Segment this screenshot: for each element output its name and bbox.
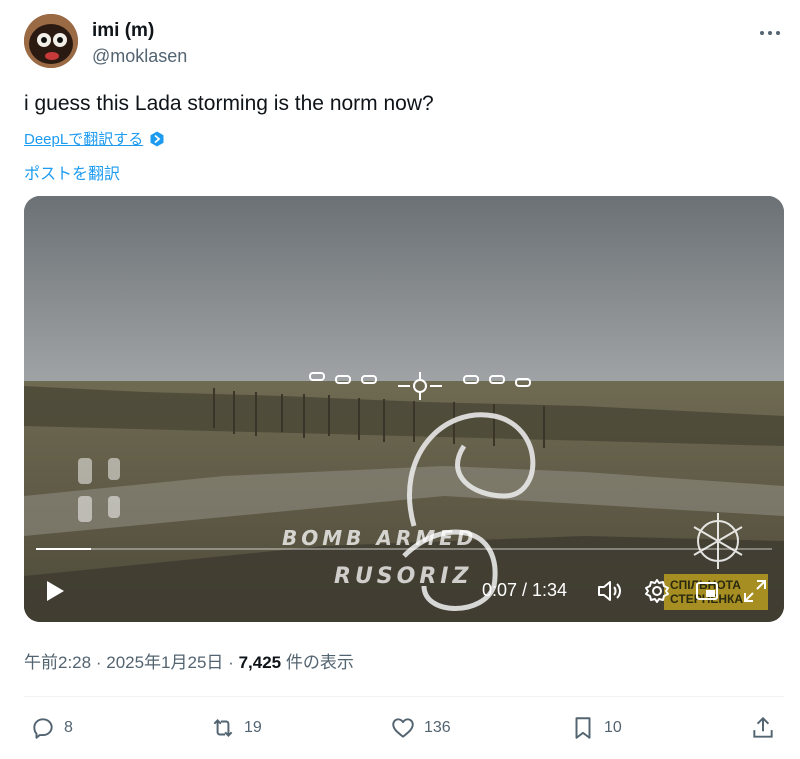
- translate-post-link[interactable]: ポストを翻訳: [24, 160, 120, 184]
- settings-gear-icon[interactable]: [644, 578, 670, 604]
- retweet-count: 19: [244, 719, 262, 736]
- picture-in-picture-icon[interactable]: [694, 578, 720, 604]
- like-count: 136: [424, 719, 451, 736]
- post-date[interactable]: 2025年1月25日: [106, 653, 223, 672]
- video-progress-fill: [36, 548, 92, 550]
- share-icon: [753, 716, 773, 738]
- tweet-meta: 午前2:28 · 2025年1月25日 · 7,425 件の表示: [24, 648, 354, 673]
- meta-separator: ·: [95, 653, 102, 672]
- reply-button[interactable]: 8: [30, 712, 73, 744]
- bookmark-icon: [575, 717, 591, 739]
- post-time[interactable]: 午前2:28: [24, 653, 91, 672]
- heart-icon: [392, 718, 414, 738]
- volume-icon[interactable]: [596, 579, 622, 603]
- video-player[interactable]: BOMB ARMED RUSORIZ СПІЛЬНОТА СТЕРНЕНКА 0…: [24, 196, 784, 622]
- author-name[interactable]: imi (m): [92, 20, 154, 42]
- video-overlay-text-watermark: RUSORIZ: [334, 564, 473, 589]
- tweet-header: imi (m) @moklasen: [24, 14, 784, 70]
- fullscreen-icon[interactable]: [742, 578, 768, 604]
- deepl-translate-link[interactable]: DeepLで翻訳する: [24, 128, 165, 149]
- reply-icon: [33, 718, 53, 739]
- bookmark-button[interactable]: 10: [570, 712, 622, 744]
- bookmark-count: 10: [604, 719, 622, 736]
- author-handle[interactable]: @moklasen: [92, 46, 187, 67]
- video-progress-bar[interactable]: [36, 548, 772, 550]
- avatar[interactable]: [24, 14, 78, 68]
- video-frame: [24, 196, 784, 622]
- tweet-actions: 8 19 136 10: [24, 712, 784, 744]
- video-overlay-text-armed: BOMB ARMED: [282, 526, 478, 550]
- views-count: 7,425: [238, 653, 282, 672]
- deepl-icon: [150, 131, 164, 146]
- share-button[interactable]: [750, 712, 784, 744]
- tweet-text: i guess this Lada storming is the norm n…: [24, 92, 434, 115]
- meta-separator: ·: [228, 653, 234, 672]
- reply-count: 8: [64, 719, 73, 736]
- play-icon[interactable]: [44, 580, 66, 602]
- video-time: 0:07 / 1:34: [482, 580, 568, 600]
- views-label: 件の表示: [285, 653, 354, 672]
- deepl-link-label: DeepLで翻訳する: [24, 131, 144, 148]
- retweet-icon: [213, 719, 233, 737]
- retweet-button[interactable]: 19: [210, 712, 262, 744]
- like-button[interactable]: 136: [390, 712, 451, 744]
- divider: [24, 696, 784, 697]
- more-options-icon[interactable]: [758, 26, 782, 40]
